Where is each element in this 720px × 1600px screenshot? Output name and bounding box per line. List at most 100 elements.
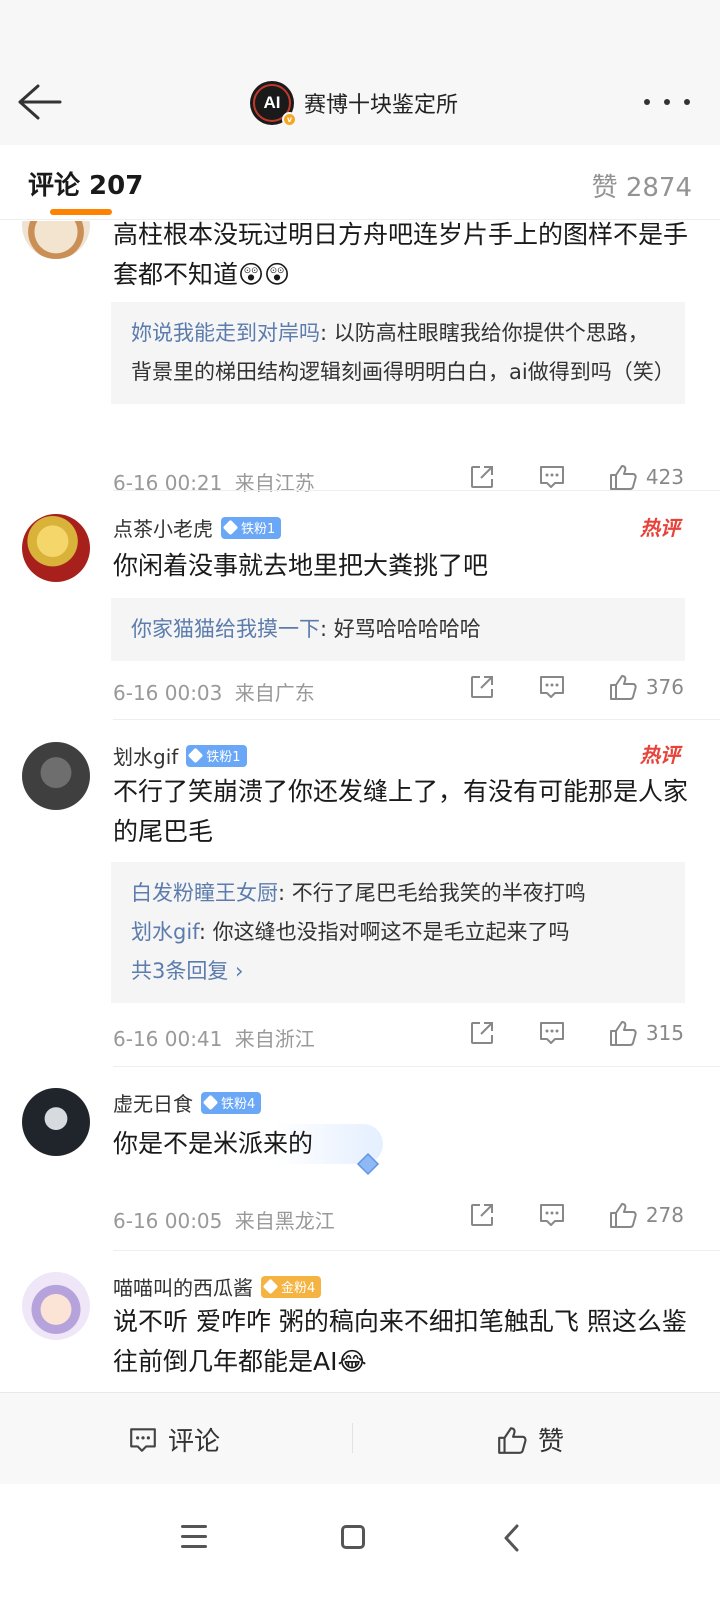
reply-box[interactable]: 白发粉瞳王女厨: 不行了尾巴毛给我笑的半夜打鸣 划水gif: 你这缝也没指对啊这… — [111, 862, 685, 1003]
comment-item: 点茶小老虎 铁粉1 热评 你闲着没事就去地里把大粪挑了吧 你家猫猫给我摸一下: … — [0, 492, 720, 720]
account-avatar[interactable]: AI v — [250, 81, 297, 127]
hot-comment-tag: 热评 — [640, 516, 680, 540]
reply-line: 划水gif: 你这缝也没指对啊这不是毛立起来了吗 — [131, 913, 665, 952]
like-label: 赞 — [538, 1427, 565, 1457]
reply-box[interactable]: 妳说我能走到对岸吗: 以防高柱眼瞎我给你提供个思路，背景里的梯田结构逻辑刻画得明… — [111, 302, 685, 404]
sparkle-diamond-icon — [356, 1152, 380, 1176]
comment-text: 你闲着没事就去地里把大粪挑了吧 — [113, 551, 489, 580]
reply-text: : 不行了尾巴毛给我笑的半夜打鸣 — [278, 881, 586, 905]
logo-text: AI — [263, 93, 281, 112]
bottom-action-bar: 评论 赞 — [0, 1392, 720, 1484]
comment-actions: 315 — [468, 1019, 684, 1047]
comment-time: 6-16 00:41 — [113, 1027, 223, 1051]
comment-actions: 423 — [468, 463, 684, 491]
like-count: 315 — [645, 1021, 684, 1045]
share-icon[interactable] — [468, 673, 496, 701]
reply-icon[interactable] — [538, 674, 566, 700]
like-post-button[interactable]: 赞 — [496, 1421, 564, 1458]
thumbs-up-icon — [498, 1426, 527, 1454]
comment-meta: 6-16 00:05 来自黑龙江 — [113, 1205, 335, 1234]
comment-list[interactable]: 高柱根本没玩过明日方舟吧连岁片手上的图样不是手套都不知道😲😲 妳说我能走到对岸吗… — [0, 221, 720, 1391]
tab-comments[interactable]: 评论 207 — [28, 165, 143, 202]
tab-likes[interactable]: 赞 2874 — [592, 167, 692, 204]
comment-item: 虚无日食 铁粉4 你是不是米派来的 6-16 00:05 来自黑龙江 278 — [0, 1068, 720, 1251]
like-button[interactable]: 376 — [608, 673, 684, 701]
user-avatar[interactable] — [22, 1272, 90, 1340]
comment-time: 6-16 00:05 — [113, 1209, 223, 1233]
comment-text: 你是不是米派来的 — [113, 1124, 384, 1164]
comment-username[interactable]: 划水gif — [113, 741, 178, 770]
comment-username[interactable]: 喵喵叫的西瓜酱 — [113, 1272, 253, 1301]
comment-item: 高柱根本没玩过明日方舟吧连岁片手上的图样不是手套都不知道😲😲 妳说我能走到对岸吗… — [0, 221, 720, 495]
comment-text: 不行了笑崩溃了你还发缝上了，有没有可能那是人家的尾巴毛 — [113, 777, 689, 846]
comment-tab-bar: 评论 207 赞 2874 — [0, 145, 720, 220]
account-name: 赛博十块鉴定所 — [304, 93, 459, 118]
user-avatar[interactable] — [22, 514, 90, 582]
comment-meta: 6-16 00:41 来自浙江 — [113, 1023, 315, 1052]
reply-username[interactable]: 白发粉瞳王女厨 — [131, 881, 278, 905]
recent-apps-icon[interactable] — [181, 1525, 207, 1549]
comment-location: 来自浙江 — [234, 1027, 315, 1051]
top-header: AI v 赛博十块鉴定所 — [0, 0, 720, 145]
comment-location: 来自黑龙江 — [234, 1209, 335, 1233]
like-button[interactable]: 423 — [608, 463, 684, 491]
fan-badge[interactable]: 铁粉4 — [201, 1091, 262, 1114]
reply-username[interactable]: 妳说我能走到对岸吗 — [131, 321, 320, 345]
reply-icon[interactable] — [538, 1202, 566, 1228]
divider — [113, 1066, 720, 1067]
account-title[interactable]: AI v 赛博十块鉴定所 — [250, 80, 459, 127]
diamond-icon — [188, 747, 204, 764]
like-count: 278 — [645, 1203, 684, 1227]
diamond-icon — [202, 1094, 219, 1111]
username-row: 划水gif 铁粉1 — [113, 741, 247, 770]
reply-box[interactable]: 你家猫猫给我摸一下: 好骂哈哈哈哈哈 — [111, 598, 685, 661]
comment-item: 划水gif 铁粉1 热评 不行了笑崩溃了你还发缝上了，有没有可能那是人家的尾巴毛… — [0, 721, 720, 1067]
comment-meta: 6-16 00:03 来自广东 — [113, 677, 315, 706]
comment-actions: 278 — [468, 1201, 684, 1229]
fan-badge[interactable]: 金粉4 — [261, 1275, 322, 1298]
diamond-icon — [222, 519, 239, 536]
divider — [113, 490, 720, 491]
comment-actions: 376 — [468, 673, 684, 701]
system-navigation-bar — [0, 1484, 720, 1600]
like-button[interactable]: 278 — [608, 1201, 684, 1229]
comment-text: 说不听 爱咋咋 粥的稿向来不细扣笔触乱飞 照这么鉴往前倒几年都能是AI😂 — [113, 1307, 687, 1376]
like-count: 423 — [645, 465, 684, 489]
like-button[interactable]: 315 — [608, 1019, 684, 1047]
user-avatar[interactable] — [22, 1088, 90, 1156]
write-comment-button[interactable]: 评论 — [128, 1421, 220, 1458]
diamond-icon — [262, 1278, 279, 1295]
divider — [113, 1250, 720, 1251]
reply-icon[interactable] — [538, 1020, 566, 1046]
share-icon[interactable] — [468, 463, 496, 491]
reply-line: 白发粉瞳王女厨: 不行了尾巴毛给我笑的半夜打鸣 — [131, 874, 665, 913]
user-avatar[interactable] — [22, 742, 90, 810]
reply-username[interactable]: 你家猫猫给我摸一下 — [131, 617, 320, 641]
reply-icon[interactable] — [538, 464, 566, 490]
system-back-icon[interactable] — [500, 1523, 524, 1553]
comment-username[interactable]: 点茶小老虎 — [113, 513, 213, 542]
share-icon[interactable] — [468, 1201, 496, 1229]
view-all-replies-link[interactable]: 共3条回复 › — [131, 952, 665, 991]
username-row: 点茶小老虎 铁粉1 — [113, 513, 282, 542]
username-row: 喵喵叫的西瓜酱 金粉4 — [113, 1272, 322, 1301]
reply-text: : 好骂哈哈哈哈哈 — [320, 617, 481, 641]
back-arrow-icon[interactable] — [14, 82, 64, 122]
user-avatar[interactable] — [22, 221, 90, 259]
fan-badge[interactable]: 铁粉1 — [221, 516, 282, 539]
reply-username[interactable]: 划水gif — [131, 920, 199, 944]
comment-time: 6-16 00:03 — [113, 681, 223, 705]
share-icon[interactable] — [468, 1019, 496, 1047]
fan-badge[interactable]: 铁粉1 — [186, 744, 247, 767]
comment-text: 高柱根本没玩过明日方舟吧连岁片手上的图样不是手套都不知道😲😲 — [113, 221, 689, 289]
comment-username[interactable]: 虚无日食 — [113, 1088, 193, 1117]
comment-location: 来自广东 — [234, 681, 315, 705]
divider — [113, 719, 720, 720]
comment-icon — [130, 1427, 156, 1452]
home-icon[interactable] — [341, 1525, 365, 1549]
like-count: 376 — [645, 675, 684, 699]
comment-label: 评论 — [168, 1427, 221, 1457]
more-options-icon[interactable] — [644, 92, 690, 112]
username-row: 虚无日食 铁粉4 — [113, 1088, 262, 1117]
hot-comment-tag: 热评 — [640, 743, 680, 767]
